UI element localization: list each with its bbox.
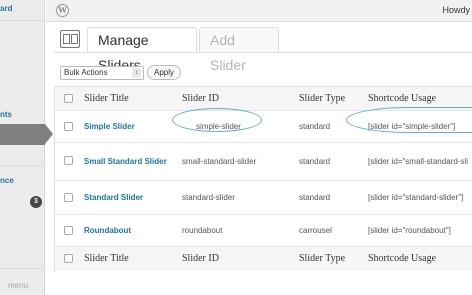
tab-manage-sliders[interactable]: Manage Sliders — [87, 27, 197, 73]
row-checkbox[interactable] — [64, 156, 73, 165]
row-checkbox[interactable] — [64, 122, 73, 131]
highlight-ellipse-slider-id — [172, 108, 262, 132]
table-footer-row: Slider Title Slider ID Slider Type Short… — [55, 247, 472, 271]
select-arrows-icon: ↕ — [132, 68, 141, 78]
wordpress-logo-icon[interactable]: W — [56, 4, 69, 17]
howdy-account-link[interactable]: Howdy — [442, 5, 470, 15]
slider-id: small-standard-slider — [182, 157, 257, 166]
bulk-actions-value: Bulk Actions — [64, 68, 108, 77]
sidebar-divider — [0, 20, 45, 21]
slider-id: standard-slider — [182, 193, 235, 202]
select-all-checkbox[interactable] — [64, 94, 73, 103]
slider-title-link[interactable]: Roundabout — [84, 226, 131, 235]
sidebar-item-comments[interactable]: nts — [0, 110, 12, 119]
sidebar-item-active[interactable] — [0, 124, 45, 145]
table-row: Small Standard Slider small-standard-sli… — [55, 143, 472, 181]
active-menu-arrow — [45, 124, 53, 144]
table-row: Standard Slider standard-slider standard… — [55, 181, 472, 215]
update-count-badge: 3 — [30, 196, 42, 208]
row-checkbox[interactable] — [64, 193, 73, 202]
icon-panel-right — [71, 34, 78, 44]
slider-type: standard — [299, 193, 331, 202]
slider-id: roundabout — [182, 226, 223, 235]
tab-add-slider[interactable]: Add Slider — [199, 27, 279, 73]
sidebar-divider — [0, 165, 45, 166]
apply-button[interactable]: Apply — [147, 65, 181, 80]
icon-panel-left — [63, 34, 70, 44]
column-footer-shortcode[interactable]: Shortcode Usage — [368, 253, 436, 264]
slider-type: carrousel — [299, 226, 332, 235]
sidebar-item-appearance[interactable]: nce — [0, 176, 14, 185]
column-footer-id[interactable]: Slider ID — [182, 253, 219, 264]
select-all-checkbox[interactable] — [64, 254, 73, 263]
shortcode-usage: [slider id="standard-slider"] — [368, 193, 464, 202]
column-header-id[interactable]: Slider ID — [182, 93, 219, 104]
sidebar-divider — [0, 268, 45, 269]
column-footer-title[interactable]: Slider Title — [84, 253, 129, 264]
sidebar-item-dashboard[interactable]: ard — [0, 4, 12, 13]
shortcode-usage: [slider id="roundabout"] — [368, 226, 451, 235]
column-footer-type[interactable]: Slider Type — [299, 253, 345, 264]
tabs-baseline — [54, 52, 472, 53]
slider-title-link[interactable]: Small Standard Slider — [84, 157, 167, 166]
column-header-shortcode[interactable]: Shortcode Usage — [368, 93, 436, 104]
admin-sidebar: ard nts nce 3 menu — [0, 0, 45, 295]
sliders-page-icon — [60, 30, 80, 48]
slider-type: standard — [299, 122, 331, 131]
slider-title-link[interactable]: Simple Slider — [84, 122, 135, 131]
slider-type: standard — [299, 157, 331, 166]
row-checkbox[interactable] — [64, 226, 73, 235]
shortcode-usage: [slider id="small-standard-sli — [368, 157, 468, 166]
collapse-menu-link[interactable]: menu — [8, 281, 28, 290]
admin-bar: W Howdy — [46, 0, 472, 22]
table-row: Roundabout roundabout carrousel [slider … — [55, 215, 472, 247]
column-header-type[interactable]: Slider Type — [299, 93, 345, 104]
highlight-ellipse-shortcode — [346, 107, 472, 133]
column-header-title[interactable]: Slider Title — [84, 93, 129, 104]
bulk-actions-select[interactable]: Bulk Actions ↕ — [60, 66, 144, 80]
slider-title-link[interactable]: Standard Slider — [84, 193, 143, 202]
